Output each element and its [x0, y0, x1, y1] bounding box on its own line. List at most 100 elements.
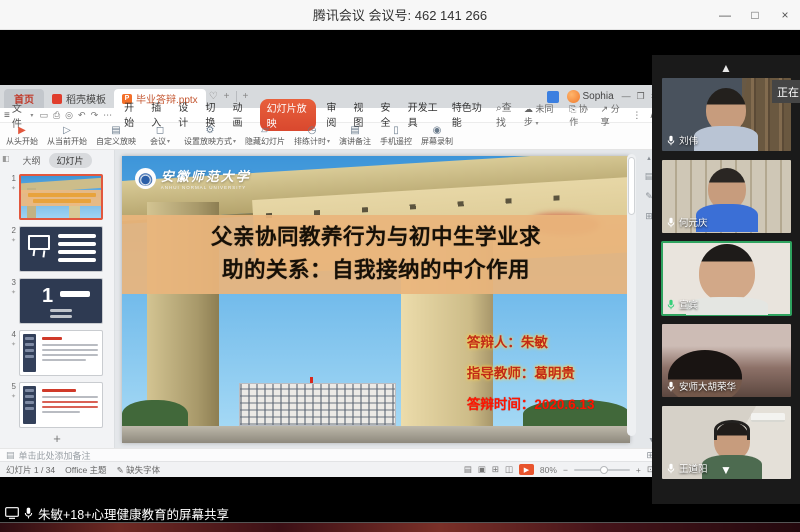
participant-badge: 安师大胡荣华 — [667, 379, 736, 393]
ribbon-label: 会议 — [150, 136, 166, 147]
mic-icon — [667, 217, 675, 228]
thumbnail-agenda-slide[interactable] — [19, 226, 103, 272]
account-name: Sophia — [583, 91, 614, 102]
collaborate-button[interactable]: ⎘ 协作 — [569, 102, 592, 128]
slide-thumb-2[interactable]: 2 ✦ — [6, 226, 110, 272]
phone-remote-button[interactable]: ▯ 手机遥控 — [380, 125, 412, 147]
setup-show-button[interactable]: ⚙ 设置放映方式▾ — [184, 125, 236, 147]
chevron-down-icon: ▾ — [30, 112, 33, 119]
transition-icon: ✦ — [6, 393, 16, 400]
thumbnail-title-slide[interactable] — [19, 174, 103, 220]
zoom-slider[interactable] — [574, 469, 630, 471]
screen-share-icon — [5, 507, 19, 519]
thumb-title-band — [21, 190, 101, 206]
ground — [122, 426, 630, 443]
play-from-start-button[interactable]: ▶ 从头开始 — [6, 125, 38, 147]
thumbnail-content-slide-2[interactable] — [19, 382, 103, 428]
slide-sorter-icon[interactable]: ⊞ — [492, 464, 499, 475]
ribbon-label: 演讲备注 — [339, 136, 371, 147]
normal-view-icon[interactable]: ▣ — [478, 464, 486, 475]
chevron-down-icon: ▾ — [327, 138, 330, 145]
undo-icon[interactable]: ↶ — [78, 110, 86, 121]
speaker-notes-button[interactable]: ▤ 演讲备注 — [339, 125, 371, 147]
tab-outline[interactable]: 大纲 — [22, 154, 40, 167]
member-icon[interactable] — [547, 91, 559, 103]
tab-docer-templates[interactable]: 稻壳模板 — [44, 89, 114, 108]
custom-show-button[interactable]: ▤ 自定义放映 — [96, 125, 136, 147]
play-from-current-icon: ▷ — [63, 125, 71, 136]
menu-icon: ≡ — [4, 110, 10, 121]
hide-slide-button[interactable]: ▱ 隐藏幻灯片 — [245, 125, 285, 147]
slide-editing-area: 安徽师范大学 ANHUI NORMAL UNIVERSITY 父亲协同教养行为与… — [115, 150, 660, 448]
video-tile-active-speaker[interactable]: 宣宾 — [662, 242, 791, 315]
more-menu-icon[interactable]: ⋮ — [632, 110, 641, 121]
sync-status[interactable]: ☁ 未同步 ▾ — [524, 102, 561, 128]
save-icon[interactable]: ▭ — [39, 110, 48, 121]
notes-placeholder[interactable]: 单击此处添加备注 — [19, 449, 91, 462]
add-slide-button[interactable]: + — [53, 431, 61, 446]
reading-view-icon[interactable]: ◫ — [505, 464, 513, 475]
custom-show-icon: ▤ — [111, 125, 120, 136]
preview-icon[interactable]: ◎ — [65, 110, 73, 121]
theme-name[interactable]: Office 主题 — [65, 464, 106, 476]
share-banner-text: 朱敏+18+心理健康教育的屏幕共享 — [38, 504, 229, 523]
notes-bar[interactable]: ▤ 单击此处添加备注 ⊞ — [0, 448, 660, 461]
slide-canvas[interactable]: 安徽师范大学 ANHUI NORMAL UNIVERSITY 父亲协同教养行为与… — [122, 156, 630, 443]
notes-toggle-icon[interactable]: ▤ — [464, 464, 472, 475]
slide-thumb-1[interactable]: 1 ✦ — [6, 174, 110, 220]
zoom-out-icon[interactable]: − — [563, 465, 568, 475]
slideshow-play-button[interactable]: ▶ — [519, 464, 534, 475]
mic-icon — [667, 135, 675, 146]
slide-thumb-5[interactable]: 5 ✦ — [6, 382, 110, 428]
video-tile[interactable]: 何元庆 — [662, 160, 791, 233]
meeting-button[interactable]: ◻ 会议▾ — [145, 125, 175, 147]
maximize-button[interactable]: □ — [740, 0, 770, 30]
more-icon[interactable]: ⋯ — [103, 110, 112, 121]
zoom-in-icon[interactable]: + — [636, 465, 641, 475]
rehearse-timings-button[interactable]: ◷ 排练计时▾ — [294, 125, 330, 147]
headphones — [714, 420, 750, 440]
advisor-line: 指导教师：葛明贵 — [467, 362, 595, 382]
slide-scrollbar[interactable] — [627, 154, 636, 436]
tab-slides[interactable]: 幻灯片 — [49, 153, 92, 168]
campus-building — [239, 383, 396, 426]
slide-title-line1: 父亲协同教养行为与初中生学业求 — [211, 221, 541, 254]
mic-active-icon — [667, 299, 675, 310]
scroll-participants-up[interactable]: ▲ — [720, 61, 732, 75]
thumbnail-content-slide[interactable] — [19, 330, 103, 376]
wps-restore-icon[interactable]: ❐ — [637, 91, 645, 102]
missing-font-label: 缺失字体 — [126, 465, 160, 475]
desktop-taskbar-strip — [0, 522, 800, 532]
defense-credits: 答辩人：朱敏 指导教师：葛明贵 答辩时间：2020.6.13 — [467, 331, 595, 413]
thumbnail-section-slide[interactable]: 1 — [19, 278, 103, 324]
collapse-panel-icon[interactable]: ◧ — [2, 154, 10, 163]
print-icon[interactable]: ⎙ — [53, 110, 60, 121]
section-numeral: 1 — [42, 285, 53, 308]
phone-remote-icon: ▯ — [393, 125, 399, 136]
close-button[interactable]: × — [770, 0, 800, 30]
find-button[interactable]: ⌕查找 — [496, 99, 518, 131]
scrollbar-thumb[interactable] — [628, 157, 635, 215]
share-button[interactable]: ↗ 分享 — [601, 102, 625, 128]
tab-features[interactable]: 特色功能 — [452, 99, 486, 131]
minimize-button[interactable]: — — [710, 0, 740, 30]
meeting-titlebar: 腾讯会议 会议号: 462 141 266 — □ × — [0, 0, 800, 30]
chevron-down-icon: ▾ — [535, 121, 538, 127]
zoom-slider-knob[interactable] — [600, 466, 608, 474]
scroll-participants-down[interactable]: ▼ — [720, 463, 732, 477]
slide-title-band: 父亲协同教养行为与初中生学业求 助的关系：自我接纳的中介作用 — [122, 215, 630, 294]
wps-minimize-icon[interactable]: — — [622, 91, 631, 102]
slide-thumb-4[interactable]: 4 ✦ — [6, 330, 110, 376]
video-tile[interactable]: 安师大胡荣华 — [662, 324, 791, 397]
slide-thumbnail-panel: ◧ 大纲 幻灯片 1 ✦ — [0, 150, 115, 448]
screen-record-button[interactable]: ◉ 屏幕录制 — [421, 125, 453, 147]
redo-icon[interactable]: ↷ — [91, 110, 99, 121]
speaker-notes-icon: ▤ — [350, 125, 359, 136]
slide-thumb-3[interactable]: 3 ✦ 1 — [6, 278, 110, 324]
participant-name: 宣宾 — [679, 297, 698, 311]
ribbon-label: 从头开始 — [6, 136, 38, 147]
missing-font-warning[interactable]: ✎ 缺失字体 — [117, 464, 161, 476]
presenter-line: 答辩人：朱敏 — [467, 331, 595, 351]
rehearse-timings-icon: ◷ — [308, 125, 317, 136]
play-from-current-button[interactable]: ▷ 从当前开始 — [47, 125, 87, 147]
